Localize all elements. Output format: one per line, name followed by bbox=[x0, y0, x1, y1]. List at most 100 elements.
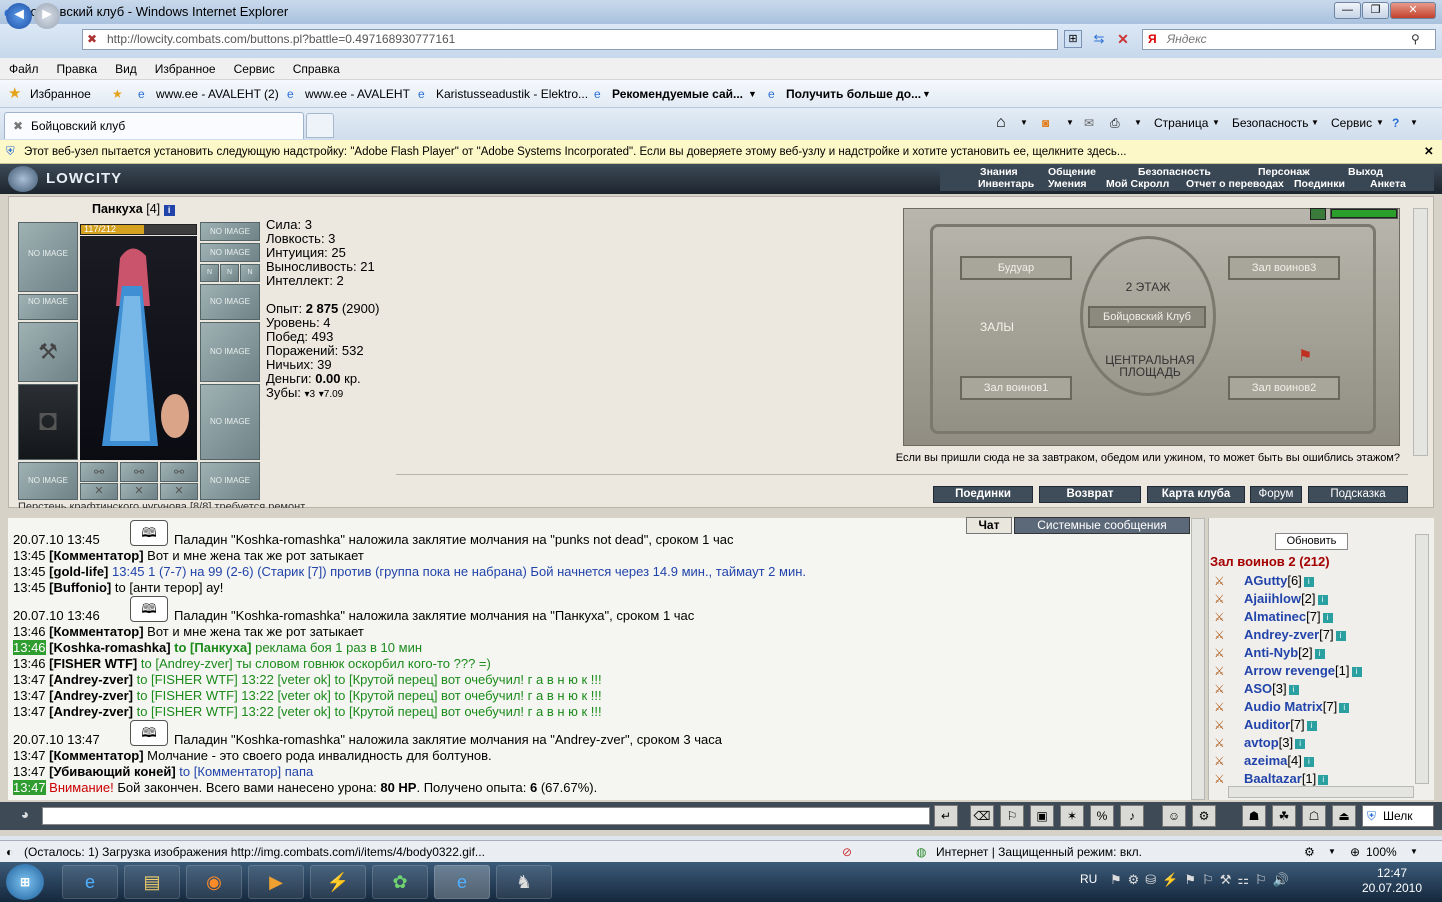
character-name[interactable]: Панкуха [4] i bbox=[92, 202, 175, 216]
info-icon[interactable]: i bbox=[1306, 721, 1317, 731]
chevron-down-icon[interactable]: ▼ bbox=[1410, 112, 1418, 134]
player-name[interactable]: Auditor bbox=[1244, 717, 1290, 732]
eraser-icon[interactable]: ⌫ bbox=[970, 805, 994, 827]
player-row[interactable]: ⚔ Almatinec[7] i bbox=[1214, 608, 1333, 626]
ring-slot-icon[interactable]: ⚯ bbox=[120, 462, 158, 482]
save-icon[interactable]: ▣ bbox=[1030, 805, 1054, 827]
nav-social[interactable]: Общение bbox=[1048, 166, 1096, 178]
return-button[interactable]: Возврат bbox=[1039, 486, 1141, 503]
action-icon-2[interactable]: ☘ bbox=[1272, 805, 1296, 827]
fav-link-4[interactable]: Рекомендуемые сай... bbox=[612, 80, 743, 108]
players-scrollbar[interactable] bbox=[1415, 534, 1429, 784]
zoom-icon[interactable]: ⊕ bbox=[1350, 841, 1360, 863]
player-row[interactable]: ⚔ ASO[3] i bbox=[1214, 680, 1299, 698]
fighter-icon[interactable]: ✶ bbox=[1060, 805, 1084, 827]
search-icon[interactable]: ⚲ bbox=[1411, 30, 1420, 49]
menu-tools[interactable]: Сервис bbox=[225, 58, 284, 80]
smiley-icon[interactable]: ☺ bbox=[1162, 805, 1186, 827]
clock[interactable]: 12:47 20.07.2010 bbox=[1352, 866, 1432, 896]
rss-icon[interactable]: ◙ bbox=[1042, 112, 1049, 134]
player-name[interactable]: azeima bbox=[1244, 753, 1287, 768]
chevron-down-icon[interactable]: ▼ bbox=[1328, 841, 1336, 863]
map-hall3[interactable]: Зал воинов3 bbox=[1228, 256, 1340, 280]
map-hall1[interactable]: Зал воинов1 bbox=[960, 376, 1072, 400]
search-box[interactable]: Я Яндекс ⚲ bbox=[1142, 29, 1436, 50]
addon-infobar[interactable]: ⛨ Этот веб-узел пытается установить след… bbox=[0, 140, 1442, 164]
chat-nick[interactable]: [Убивающий коней] bbox=[49, 764, 176, 779]
player-row[interactable]: ⚔ Ajaiihlow[2] i bbox=[1214, 590, 1328, 608]
cmd-page[interactable]: Страница bbox=[1154, 112, 1208, 134]
chevron-down-icon[interactable]: ▼ bbox=[1134, 112, 1142, 134]
hint-button[interactable]: Подсказка bbox=[1308, 486, 1408, 503]
info-icon[interactable]: i bbox=[1303, 757, 1314, 767]
menu-file[interactable]: Файл bbox=[0, 58, 48, 80]
club-map-button[interactable]: Карта клуба bbox=[1147, 486, 1245, 503]
empty-slot-icon[interactable]: ✕ bbox=[160, 483, 198, 500]
info-icon[interactable]: i bbox=[163, 205, 175, 216]
forward-button[interactable]: ► bbox=[34, 3, 60, 29]
nav-character[interactable]: Персонаж bbox=[1258, 166, 1310, 178]
tab-chat[interactable]: Чат bbox=[966, 517, 1012, 534]
player-name[interactable]: ASO bbox=[1244, 681, 1272, 696]
info-icon[interactable]: i bbox=[1335, 631, 1346, 641]
map-refresh-icon[interactable] bbox=[1310, 208, 1326, 220]
new-tab-button[interactable] bbox=[306, 113, 334, 138]
slot-ring-small[interactable]: N bbox=[220, 264, 239, 282]
info-icon[interactable]: i bbox=[1288, 685, 1299, 695]
player-name[interactable]: Arrow revenge bbox=[1244, 663, 1335, 678]
fav-link-2[interactable]: www.ee - AVALEHT bbox=[305, 80, 410, 108]
back-button[interactable]: ◄ bbox=[6, 3, 32, 29]
ring-slot-icon[interactable]: ⚯ bbox=[80, 462, 118, 482]
slot-legs[interactable]: NO IMAGE bbox=[200, 384, 260, 460]
player-row[interactable]: ⚔ Anti-Nyb[2] i bbox=[1214, 644, 1325, 662]
map-scrollbar[interactable] bbox=[1413, 208, 1428, 456]
sound-icon[interactable]: ♪ bbox=[1120, 805, 1144, 827]
slot-bracer[interactable]: NO IMAGE bbox=[18, 294, 78, 320]
nav-knowledge[interactable]: Знания bbox=[980, 166, 1018, 178]
tray-icons[interactable]: ⚑⚙⛁⚡⚑⚐⚒⚏⚐🔊 bbox=[1110, 872, 1295, 888]
info-icon[interactable]: i bbox=[1339, 703, 1350, 713]
player-name[interactable]: Ajaiihlow bbox=[1244, 591, 1301, 606]
tab-fight-club[interactable]: ✖ Бойцовский клуб bbox=[4, 112, 304, 139]
player-row[interactable]: ⚔ AGutty[6] i bbox=[1214, 572, 1314, 590]
address-bar[interactable]: ✖ http://lowcity.combats.com/buttons.pl?… bbox=[82, 29, 1058, 50]
player-name[interactable]: avtop bbox=[1244, 735, 1279, 750]
chat-nick[interactable]: [Комментатор] bbox=[49, 624, 143, 639]
fav-link-1[interactable]: www.ee - AVALEHT (2) bbox=[156, 80, 279, 108]
chat-nick[interactable]: [Andrey-zver] bbox=[49, 688, 133, 703]
chevron-down-icon[interactable]: ▼ bbox=[1212, 112, 1220, 134]
media-taskbar-icon[interactable]: ▶ bbox=[248, 865, 304, 899]
close-icon[interactable]: ✕ bbox=[1424, 140, 1434, 164]
player-name[interactable]: Anti-Nyb bbox=[1244, 645, 1298, 660]
slot-helmet[interactable]: NO IMAGE bbox=[18, 222, 78, 292]
fav-link-5[interactable]: Получить больше до... bbox=[786, 80, 921, 108]
map-halls[interactable]: ЗАЛЫ bbox=[980, 320, 1040, 334]
cmd-security[interactable]: Безопасность bbox=[1232, 112, 1309, 134]
info-icon[interactable]: i bbox=[1303, 577, 1314, 587]
nav-scroll[interactable]: Мой Скролл bbox=[1106, 178, 1169, 191]
chat-nick[interactable]: [FISHER WTF] bbox=[49, 656, 137, 671]
cmd-tools[interactable]: Сервис bbox=[1331, 112, 1372, 134]
character-avatar[interactable] bbox=[80, 236, 197, 460]
print-icon[interactable]: ⎙ bbox=[1110, 112, 1120, 134]
chat-nick[interactable]: [Andrey-zver] bbox=[49, 672, 133, 687]
player-name[interactable]: Andrey-zver bbox=[1244, 627, 1319, 642]
slot-amulet[interactable]: NO IMAGE bbox=[200, 243, 260, 262]
chevron-down-icon[interactable]: ▼ bbox=[1020, 112, 1028, 134]
language-indicator[interactable]: RU bbox=[1080, 872, 1097, 886]
slot-shield[interactable]: NO IMAGE bbox=[200, 322, 260, 382]
messenger-taskbar-icon[interactable]: ✿ bbox=[372, 865, 428, 899]
info-icon[interactable]: i bbox=[1322, 613, 1333, 623]
chat-nick[interactable]: [Andrey-zver] bbox=[49, 704, 133, 719]
chevron-down-icon[interactable]: ▼ bbox=[1410, 841, 1418, 863]
add-favorite-icon[interactable]: ★ bbox=[112, 80, 123, 108]
chess-taskbar-icon[interactable]: ♞ bbox=[496, 865, 552, 899]
exit-icon[interactable]: ⏏ bbox=[1332, 805, 1356, 827]
chevron-down-icon[interactable]: ▼ bbox=[922, 80, 931, 108]
slot-gloves[interactable]: NO IMAGE bbox=[200, 284, 260, 320]
mail-icon[interactable]: ✉ bbox=[1084, 112, 1094, 134]
chat-settings-icon[interactable]: ⚙ bbox=[1192, 805, 1216, 827]
nav-transfers[interactable]: Отчет о переводах bbox=[1186, 178, 1284, 191]
nav-duels[interactable]: Поединки bbox=[1294, 178, 1345, 191]
weapon-hammer-icon[interactable]: ⚒ bbox=[18, 322, 78, 382]
